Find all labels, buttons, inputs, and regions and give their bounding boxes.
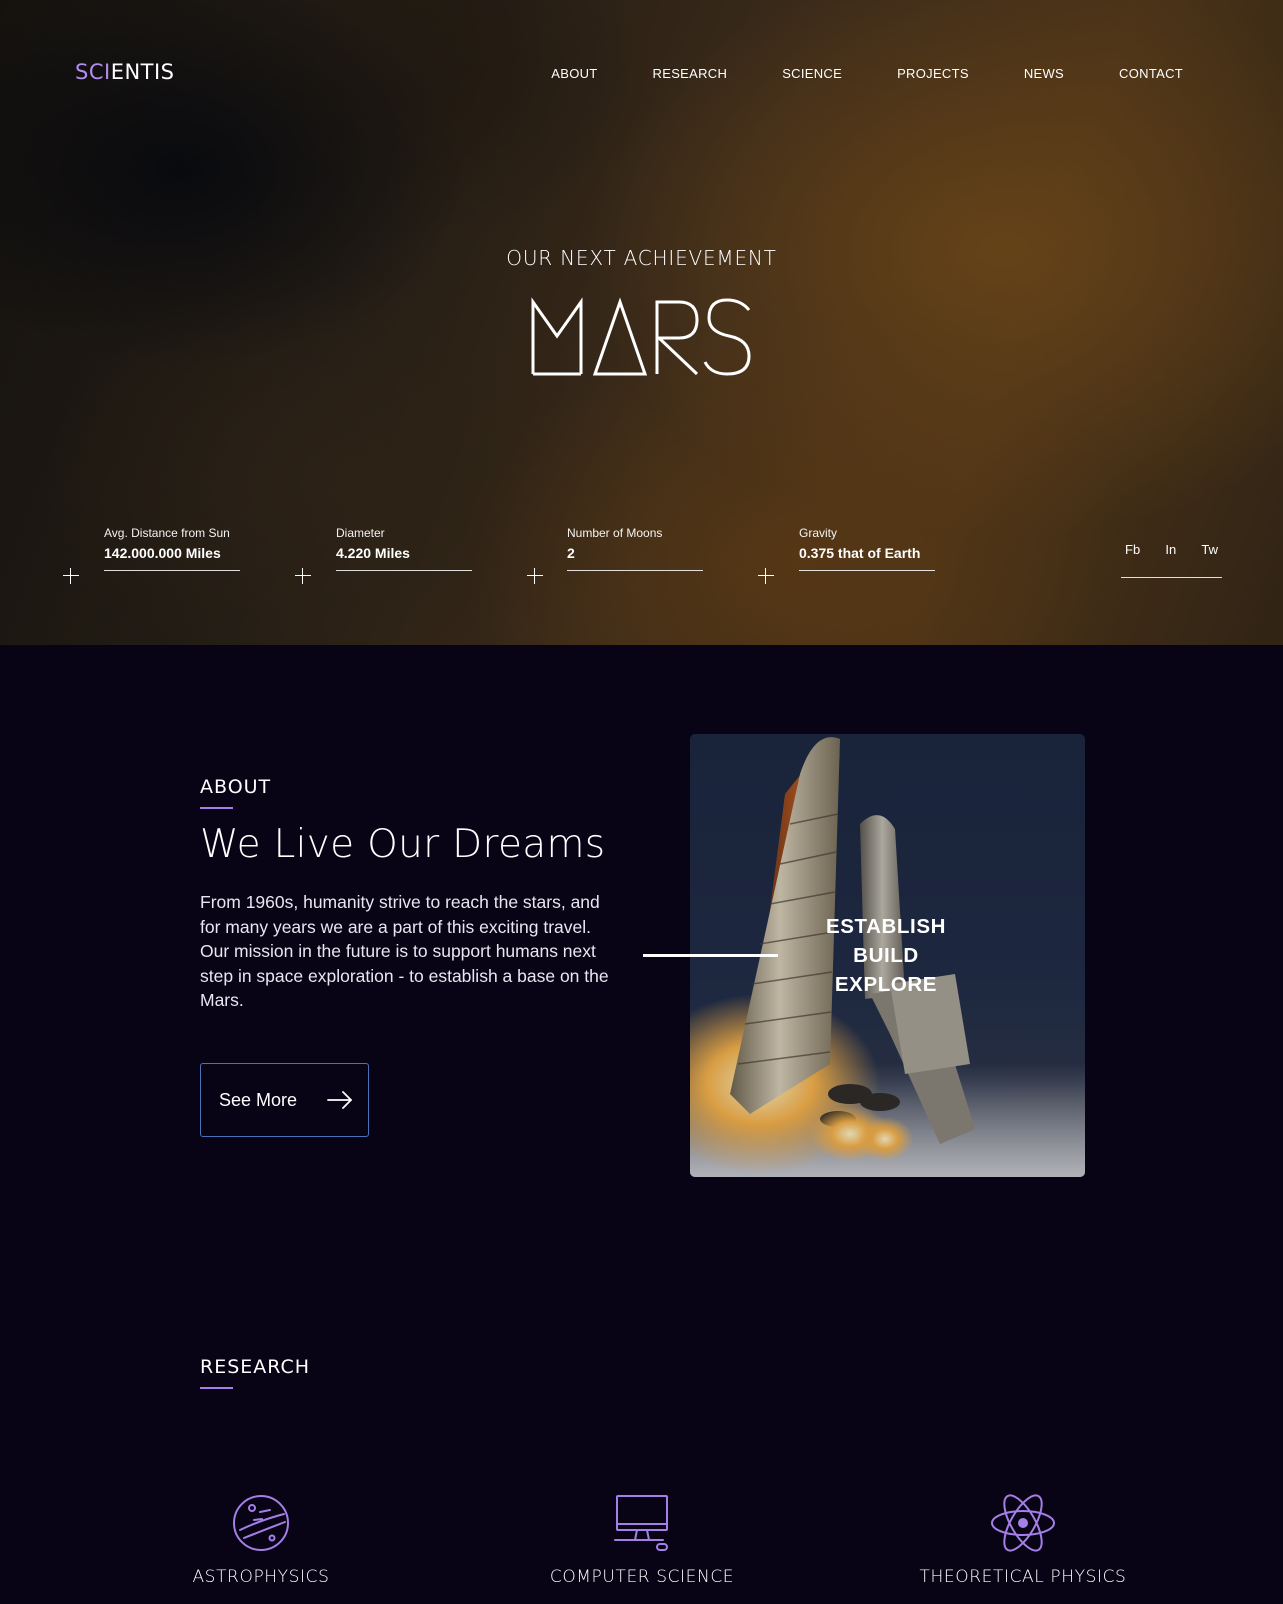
see-more-button[interactable]: See More bbox=[200, 1063, 369, 1137]
stat-moons: Number of Moons 2 bbox=[567, 526, 703, 571]
planet-icon bbox=[233, 1495, 289, 1551]
arrow-right-icon bbox=[327, 1091, 352, 1109]
hero-section: SCIENTIS ABOUT RESEARCH SCIENCE PROJECTS… bbox=[0, 0, 1283, 645]
research-item-label: THEORETICAL PHYSICS bbox=[919, 1567, 1127, 1587]
logo-rest: ENTIS bbox=[110, 60, 175, 84]
atom-icon bbox=[991, 1494, 1055, 1552]
social-underline bbox=[1121, 577, 1222, 578]
motto-text: ESTABLISH BUILD EXPLORE bbox=[788, 912, 984, 999]
main-nav: ABOUT RESEARCH SCIENCE PROJECTS NEWS CON… bbox=[551, 66, 1183, 81]
stat-value: 2 bbox=[567, 545, 575, 561]
about-heading: We Live Our Dreams bbox=[200, 822, 606, 867]
stat-diameter: Diameter 4.220 Miles bbox=[336, 526, 472, 571]
stat-value: 4.220 Miles bbox=[336, 545, 410, 561]
hero-title bbox=[0, 296, 1283, 376]
social-link-facebook[interactable]: Fb bbox=[1125, 542, 1140, 557]
motto-line-build: BUILD bbox=[853, 944, 919, 967]
nav-item-projects[interactable]: PROJECTS bbox=[897, 66, 969, 81]
about-label-underline bbox=[200, 807, 233, 809]
nav-item-news[interactable]: NEWS bbox=[1024, 66, 1064, 81]
motto-line-establish: ESTABLISH bbox=[825, 915, 947, 938]
stat-value: 0.375 that of Earth bbox=[799, 545, 921, 561]
social-link-twitter[interactable]: Tw bbox=[1201, 542, 1218, 557]
stat-label: Gravity bbox=[799, 526, 838, 540]
research-item-label: COMPUTER SCIENCE bbox=[549, 1567, 735, 1587]
stat-underline bbox=[104, 570, 240, 571]
stat-underline bbox=[799, 570, 935, 571]
nav-item-contact[interactable]: CONTACT bbox=[1119, 66, 1183, 81]
motto-connector-line bbox=[643, 954, 778, 957]
logo[interactable]: SCIENTIS bbox=[75, 60, 175, 84]
stat-label: Number of Moons bbox=[567, 526, 663, 540]
about-body: From 1960s, humanity strive to reach the… bbox=[200, 892, 609, 1010]
stat-value: 142.000.000 Miles bbox=[104, 545, 221, 561]
logo-accent: SCI bbox=[75, 60, 111, 84]
hero-eyebrow: OUR NEXT ACHIEVEMENT bbox=[506, 246, 777, 270]
stat-gravity: Gravity 0.375 that of Earth bbox=[799, 526, 935, 571]
nav-item-research[interactable]: RESEARCH bbox=[653, 66, 728, 81]
social-link-linkedin[interactable]: In bbox=[1165, 542, 1176, 557]
stat-underline bbox=[567, 570, 703, 571]
nav-item-about[interactable]: ABOUT bbox=[551, 66, 597, 81]
research-item-computer-science[interactable]: COMPUTER SCIENCE bbox=[522, 1492, 762, 1587]
stat-plus-icon[interactable] bbox=[63, 568, 79, 584]
stat-plus-icon[interactable] bbox=[295, 568, 311, 584]
research-item-label: ASTROPHYSICS bbox=[192, 1567, 330, 1587]
stat-underline bbox=[336, 570, 472, 571]
social-links: Fb In Tw bbox=[1121, 542, 1222, 557]
see-more-label: See More bbox=[219, 1089, 298, 1110]
nav-item-science[interactable]: SCIENCE bbox=[782, 66, 842, 81]
stat-label: Diameter bbox=[336, 526, 385, 540]
research-section-label: RESEARCH bbox=[200, 1356, 311, 1378]
computer-icon bbox=[614, 1495, 668, 1551]
stat-label: Avg. Distance from Sun bbox=[104, 526, 230, 540]
stat-distance: Avg. Distance from Sun 142.000.000 Miles bbox=[104, 526, 240, 571]
about-section-label: ABOUT bbox=[200, 776, 272, 798]
research-item-astrophysics[interactable]: ASTROPHYSICS bbox=[141, 1492, 381, 1587]
motto-line-explore: EXPLORE bbox=[834, 973, 938, 996]
hero-title-lettering bbox=[531, 297, 751, 376]
stat-plus-icon[interactable] bbox=[758, 568, 774, 584]
stat-plus-icon[interactable] bbox=[527, 568, 543, 584]
research-item-theoretical-physics[interactable]: THEORETICAL PHYSICS bbox=[903, 1492, 1143, 1587]
research-label-underline bbox=[200, 1387, 233, 1389]
